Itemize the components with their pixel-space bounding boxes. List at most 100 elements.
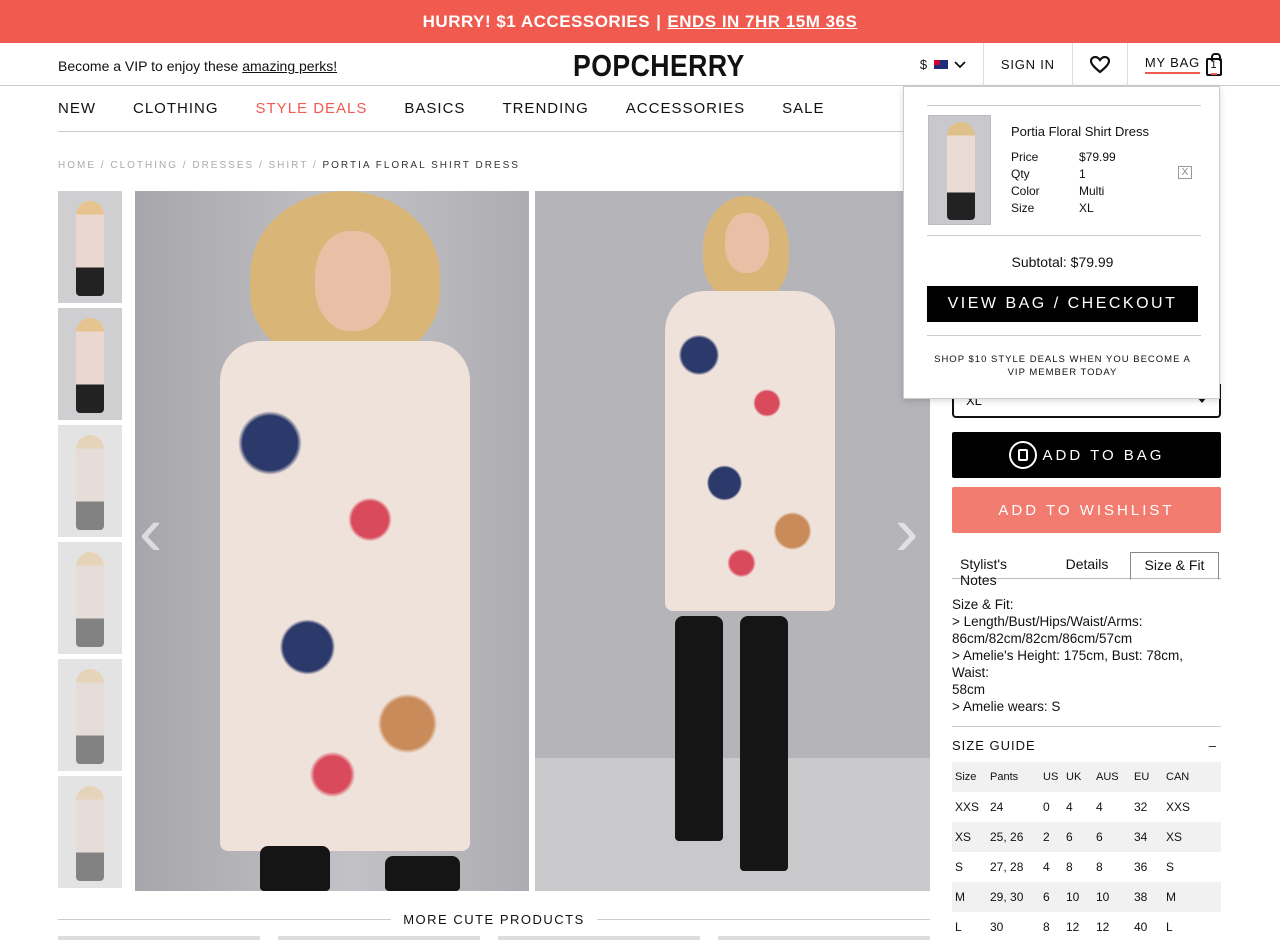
nav-trending[interactable]: TRENDING	[502, 100, 588, 117]
table-cell: 8	[1043, 920, 1050, 934]
chevron-down-icon	[954, 60, 966, 68]
breadcrumb-separator: /	[312, 160, 318, 171]
add-to-bag-button[interactable]: ADD TO BAG	[952, 432, 1221, 478]
table-cell: 8	[1096, 860, 1103, 874]
header-actions: $ SIGN IN MY BAG 1	[903, 43, 1222, 86]
column-header: UK	[1066, 771, 1082, 783]
size-fit-line: > Length/Bust/Hips/Waist/Arms:	[952, 614, 1143, 629]
nav-sale[interactable]: SALE	[782, 100, 824, 117]
remove-item-button[interactable]: X	[1178, 166, 1192, 179]
wishlist-heart-button[interactable]	[1071, 43, 1127, 86]
tab-details[interactable]: Details	[1044, 552, 1130, 579]
my-bag-button[interactable]: MY BAG 1	[1126, 43, 1222, 86]
my-bag-label: MY BAG	[1144, 55, 1200, 74]
table-cell: XS	[1166, 830, 1183, 844]
table-cell: 6	[1066, 830, 1073, 844]
table-cell: S	[1166, 860, 1175, 874]
vip-promo-message[interactable]: SHOP $10 STYLE DEALS WHEN YOU BECOME A V…	[927, 353, 1198, 379]
size-guide-header[interactable]: SIZE GUIDE –	[952, 726, 1221, 764]
table-cell: 4	[1043, 860, 1050, 874]
australia-flag-icon	[933, 60, 948, 69]
table-row: XXS 24 0 4 4 32 XXS	[952, 792, 1221, 822]
promo-text: HURRY! $1 ACCESSORIES	[422, 11, 651, 31]
table-cell: 2	[1043, 830, 1050, 844]
table-cell: 32	[1134, 800, 1148, 814]
site-logo[interactable]: POPCHERRY	[573, 48, 745, 84]
nav-style-deals[interactable]: STYLE DEALS	[256, 100, 368, 117]
size-fit-line: > Amelie wears: S	[952, 699, 1061, 714]
related-product-card[interactable]	[718, 936, 930, 940]
table-cell: 8	[1066, 860, 1073, 874]
breadcrumb-separator: /	[182, 160, 188, 171]
view-bag-checkout-button[interactable]: VIEW BAG / CHECKOUT	[927, 286, 1198, 322]
breadcrumb-separator: /	[100, 160, 106, 171]
table-cell: XS	[955, 830, 972, 844]
table-cell: XXS	[955, 800, 980, 814]
site-header: Become a VIP to enjoy these amazing perk…	[0, 43, 1280, 86]
promo-separator: |	[656, 11, 662, 31]
table-cell: 34	[1134, 830, 1148, 844]
product-thumbnail[interactable]	[58, 308, 122, 420]
column-header: US	[1043, 771, 1059, 783]
product-thumbnail[interactable]	[58, 659, 122, 771]
breadcrumb-home[interactable]: HOME	[58, 160, 96, 171]
shopping-bag-icon: 1	[1206, 52, 1222, 76]
related-product-card[interactable]	[58, 936, 260, 940]
product-photo-main[interactable]: ‹	[135, 191, 529, 891]
table-cell: 38	[1134, 890, 1148, 904]
nav-new[interactable]: NEW	[58, 100, 96, 117]
related-product-card[interactable]	[498, 936, 700, 940]
nav-basics[interactable]: BASICS	[404, 100, 465, 117]
tab-size-fit[interactable]: Size & Fit	[1130, 552, 1219, 580]
product-thumbnail[interactable]	[58, 191, 122, 303]
table-row: L 30 8 12 12 40 L	[952, 912, 1221, 940]
bag-item-image[interactable]	[928, 115, 991, 225]
table-cell: 6	[1096, 830, 1103, 844]
add-to-bag-label: ADD TO BAG	[1042, 446, 1165, 464]
table-cell: 0	[1043, 800, 1050, 814]
vip-text: Become a VIP to enjoy these	[58, 58, 239, 74]
table-row: XS 25, 26 2 6 6 34 XS	[952, 822, 1221, 852]
table-cell: 40	[1134, 920, 1148, 934]
table-cell: 6	[1043, 890, 1050, 904]
product-thumbnail[interactable]	[58, 425, 122, 537]
product-photo-secondary[interactable]: ›	[535, 191, 930, 891]
table-cell: 24	[990, 800, 1004, 814]
currency-selector[interactable]: $	[903, 43, 983, 86]
product-thumbnail[interactable]	[58, 776, 122, 888]
thumbnail-list	[58, 191, 122, 893]
breadcrumb-dresses[interactable]: DRESSES	[192, 160, 254, 171]
size-label: Size	[1011, 201, 1035, 215]
column-header: Pants	[990, 771, 1019, 783]
sign-in-link[interactable]: SIGN IN	[982, 43, 1072, 86]
qty-label: Qty	[1011, 167, 1030, 181]
promo-countdown[interactable]: ENDS IN 7HR 15M 36S	[667, 12, 857, 32]
bag-count: 1	[1210, 59, 1218, 75]
price-value: $79.99	[1079, 150, 1116, 164]
heart-icon	[1089, 55, 1110, 73]
nav-clothing[interactable]: CLOTHING	[133, 100, 219, 117]
table-cell: 10	[1096, 890, 1110, 904]
qty-value: 1	[1079, 167, 1086, 181]
gallery-prev-arrow[interactable]: ‹	[139, 491, 162, 571]
bag-item-name[interactable]: Portia Floral Shirt Dress	[1011, 124, 1149, 139]
breadcrumb-shirt[interactable]: SHIRT	[269, 160, 309, 171]
breadcrumb-clothing[interactable]: CLOTHING	[110, 160, 178, 171]
related-product-card[interactable]	[278, 936, 480, 940]
promo-banner[interactable]: HURRY! $1 ACCESSORIES | ENDS IN 7HR 15M …	[0, 0, 1280, 43]
bag-item-attributes: Price $79.99 Qty 1 Color Multi Size XL	[1011, 149, 1116, 217]
vip-perks-link[interactable]: amazing perks!	[242, 58, 337, 74]
table-cell: L	[1166, 920, 1173, 934]
add-to-wishlist-button[interactable]: ADD TO WISHLIST	[952, 487, 1221, 533]
vip-promo-line: SHOP $10 STYLE DEALS WHEN YOU BECOME A	[934, 354, 1191, 365]
tab-stylists-notes[interactable]: Stylist's Notes	[952, 552, 1044, 588]
column-header: AUS	[1096, 771, 1119, 783]
table-cell: 36	[1134, 860, 1148, 874]
product-thumbnail[interactable]	[58, 542, 122, 654]
size-fit-line: Size & Fit:	[952, 597, 1014, 612]
gallery-next-arrow[interactable]: ›	[895, 491, 918, 571]
nav-accessories[interactable]: ACCESSORIES	[626, 100, 745, 117]
collapse-toggle-icon[interactable]: –	[1209, 738, 1217, 753]
more-products-divider: MORE CUTE PRODUCTS	[58, 910, 930, 928]
main-nav: NEW CLOTHING STYLE DEALS BASICS TRENDING…	[58, 86, 930, 132]
